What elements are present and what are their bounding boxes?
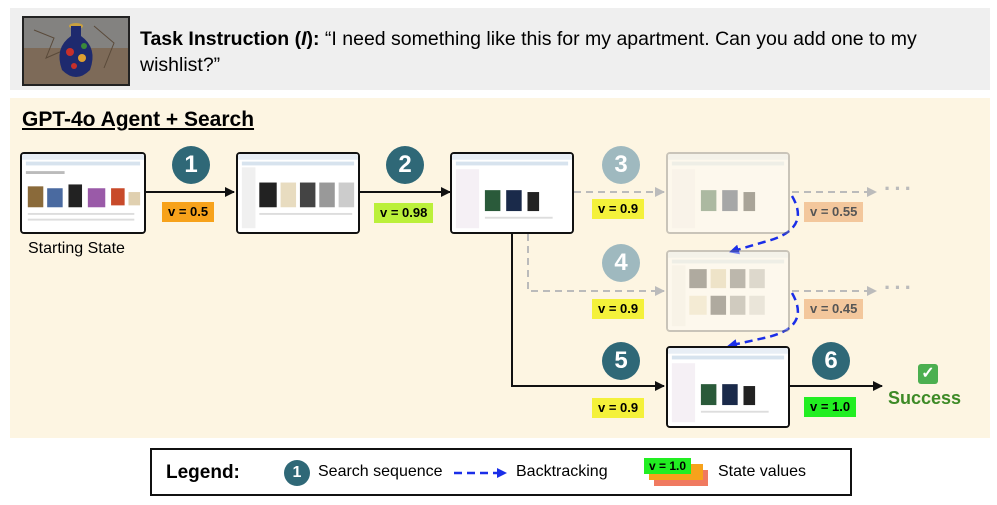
- ellipsis-2: ···: [884, 275, 915, 300]
- success-label: Success: [888, 388, 962, 408]
- legend: Legend: 1 Search sequence Backtracking v…: [150, 448, 852, 496]
- legend-title: Legend:: [166, 462, 240, 483]
- legend-value-stack: v = 1.0: [644, 458, 710, 490]
- starting-state-label: Starting State: [28, 240, 125, 257]
- wishlist-screenshot-2: [666, 152, 790, 234]
- step-1: 1: [172, 146, 210, 184]
- step-3: 3: [602, 146, 640, 184]
- agent-search-panel: [10, 98, 990, 438]
- legend-backtracking: Backtracking: [516, 463, 608, 480]
- wishlist-screenshot-1: [450, 152, 574, 234]
- vase-image: [22, 16, 130, 86]
- value-step-3-next: v = 0.55: [804, 202, 864, 222]
- legend-state-values: State values: [718, 463, 807, 480]
- value-step-1: v = 0.5: [162, 202, 215, 222]
- step-6: 6: [812, 342, 850, 380]
- legend-search-sequence: Search sequence: [318, 463, 443, 480]
- legend-value-example: v = 1.0: [644, 458, 692, 474]
- wishlist-screenshot-final: [666, 346, 790, 428]
- step-4: 4: [602, 244, 640, 282]
- value-step-6: v = 1.0: [804, 397, 857, 417]
- ellipsis-1: ···: [884, 176, 915, 201]
- starting-state-screenshot: [20, 152, 146, 234]
- value-step-2: v = 0.98: [374, 203, 434, 223]
- legend-backtrack-arrow-icon: [454, 468, 507, 478]
- search-results-screenshot-2: [666, 250, 790, 332]
- value-step-5: v = 0.9: [592, 398, 645, 418]
- task-instruction: Task Instruction (I): “I need something …: [140, 26, 980, 78]
- search-results-screenshot: [236, 152, 360, 234]
- task-label: Task Instruction (: [140, 28, 302, 50]
- step-2: 2: [386, 146, 424, 184]
- step-5: 5: [602, 342, 640, 380]
- panel-title: GPT-4o Agent + Search: [22, 108, 255, 131]
- task-label-end: ):: [306, 28, 320, 50]
- value-step-4: v = 0.9: [592, 299, 645, 319]
- value-step-4-next: v = 0.45: [804, 299, 864, 319]
- check-icon: ✓: [918, 364, 938, 384]
- value-step-3: v = 0.9: [592, 199, 645, 219]
- legend-step-icon: 1: [284, 460, 310, 486]
